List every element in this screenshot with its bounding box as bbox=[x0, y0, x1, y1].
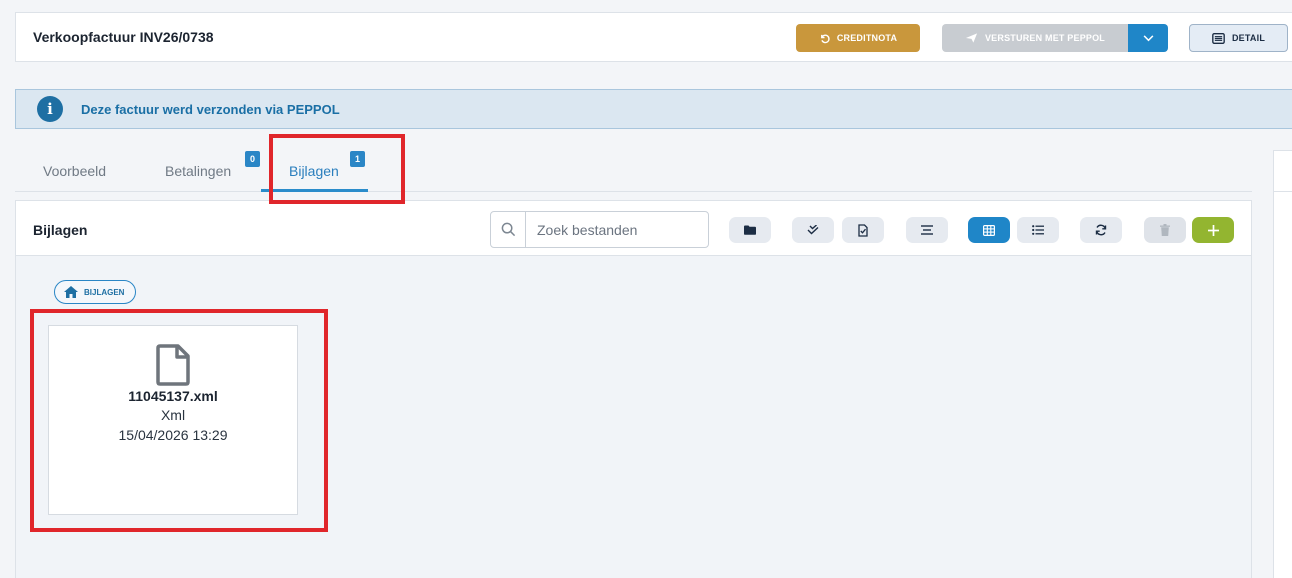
home-icon bbox=[64, 286, 78, 298]
info-icon: i bbox=[37, 96, 63, 122]
send-peppol-button[interactable]: VERSTUREN MET PEPPOL bbox=[942, 24, 1128, 52]
info-alert: i Deze factuur werd verzonden via PEPPOL bbox=[15, 89, 1292, 129]
refresh-icon bbox=[1095, 224, 1107, 236]
undo-icon bbox=[820, 34, 830, 43]
paper-plane-icon bbox=[965, 33, 978, 43]
detail-button[interactable]: DETAIL bbox=[1189, 24, 1288, 52]
list-icon bbox=[1032, 225, 1044, 235]
list-box-icon bbox=[1212, 32, 1225, 44]
search-input[interactable] bbox=[527, 212, 707, 247]
document-check-icon bbox=[858, 223, 868, 237]
breadcrumb-home[interactable]: BIJLAGEN bbox=[54, 280, 137, 304]
attachments-toolbar: Bijlagen bbox=[16, 201, 1251, 256]
trash-icon bbox=[1160, 224, 1170, 236]
plus-icon bbox=[1207, 224, 1219, 236]
grid-icon bbox=[983, 224, 995, 236]
send-peppol-label: VERSTUREN MET PEPPOL bbox=[984, 33, 1105, 43]
search-icon[interactable] bbox=[491, 212, 526, 247]
highlight-box-tab bbox=[269, 134, 405, 204]
side-panel-divider bbox=[1274, 191, 1292, 192]
panel-title: Bijlagen bbox=[33, 222, 88, 238]
refresh-button[interactable] bbox=[1080, 217, 1122, 243]
page-header: Verkoopfactuur INV26/0738 CREDITNOTA VER… bbox=[15, 12, 1292, 62]
detail-label: DETAIL bbox=[1231, 33, 1266, 43]
list-view-button[interactable] bbox=[1017, 217, 1059, 243]
chevron-down-icon bbox=[1143, 34, 1153, 41]
search-box bbox=[490, 211, 709, 248]
select-all-button[interactable] bbox=[792, 217, 834, 243]
double-check-icon bbox=[807, 225, 819, 235]
new-folder-button[interactable] bbox=[729, 217, 771, 243]
folder-icon bbox=[744, 225, 756, 235]
info-message: Deze factuur werd verzonden via PEPPOL bbox=[81, 102, 340, 117]
tab-bar: Voorbeeld Betalingen 0 Bijlagen 1 bbox=[15, 150, 1252, 192]
sort-button[interactable] bbox=[906, 217, 948, 243]
breadcrumb-label: BIJLAGEN bbox=[84, 287, 125, 297]
grid-view-button[interactable] bbox=[968, 217, 1010, 243]
page-title: Verkoopfactuur INV26/0738 bbox=[33, 29, 214, 45]
approve-document-button[interactable] bbox=[842, 217, 884, 243]
tab-voorbeeld[interactable]: Voorbeeld bbox=[43, 163, 106, 179]
betalingen-count-badge: 0 bbox=[245, 151, 260, 167]
tab-betalingen[interactable]: Betalingen bbox=[165, 163, 231, 179]
highlight-box-file bbox=[30, 309, 328, 532]
add-file-button[interactable] bbox=[1192, 217, 1234, 243]
side-panel bbox=[1273, 150, 1292, 578]
creditnota-button[interactable]: CREDITNOTA bbox=[796, 24, 920, 52]
align-lines-icon bbox=[921, 225, 933, 235]
delete-button[interactable] bbox=[1144, 217, 1186, 243]
creditnota-label: CREDITNOTA bbox=[836, 33, 898, 43]
send-peppol-dropdown-button[interactable] bbox=[1128, 24, 1168, 52]
